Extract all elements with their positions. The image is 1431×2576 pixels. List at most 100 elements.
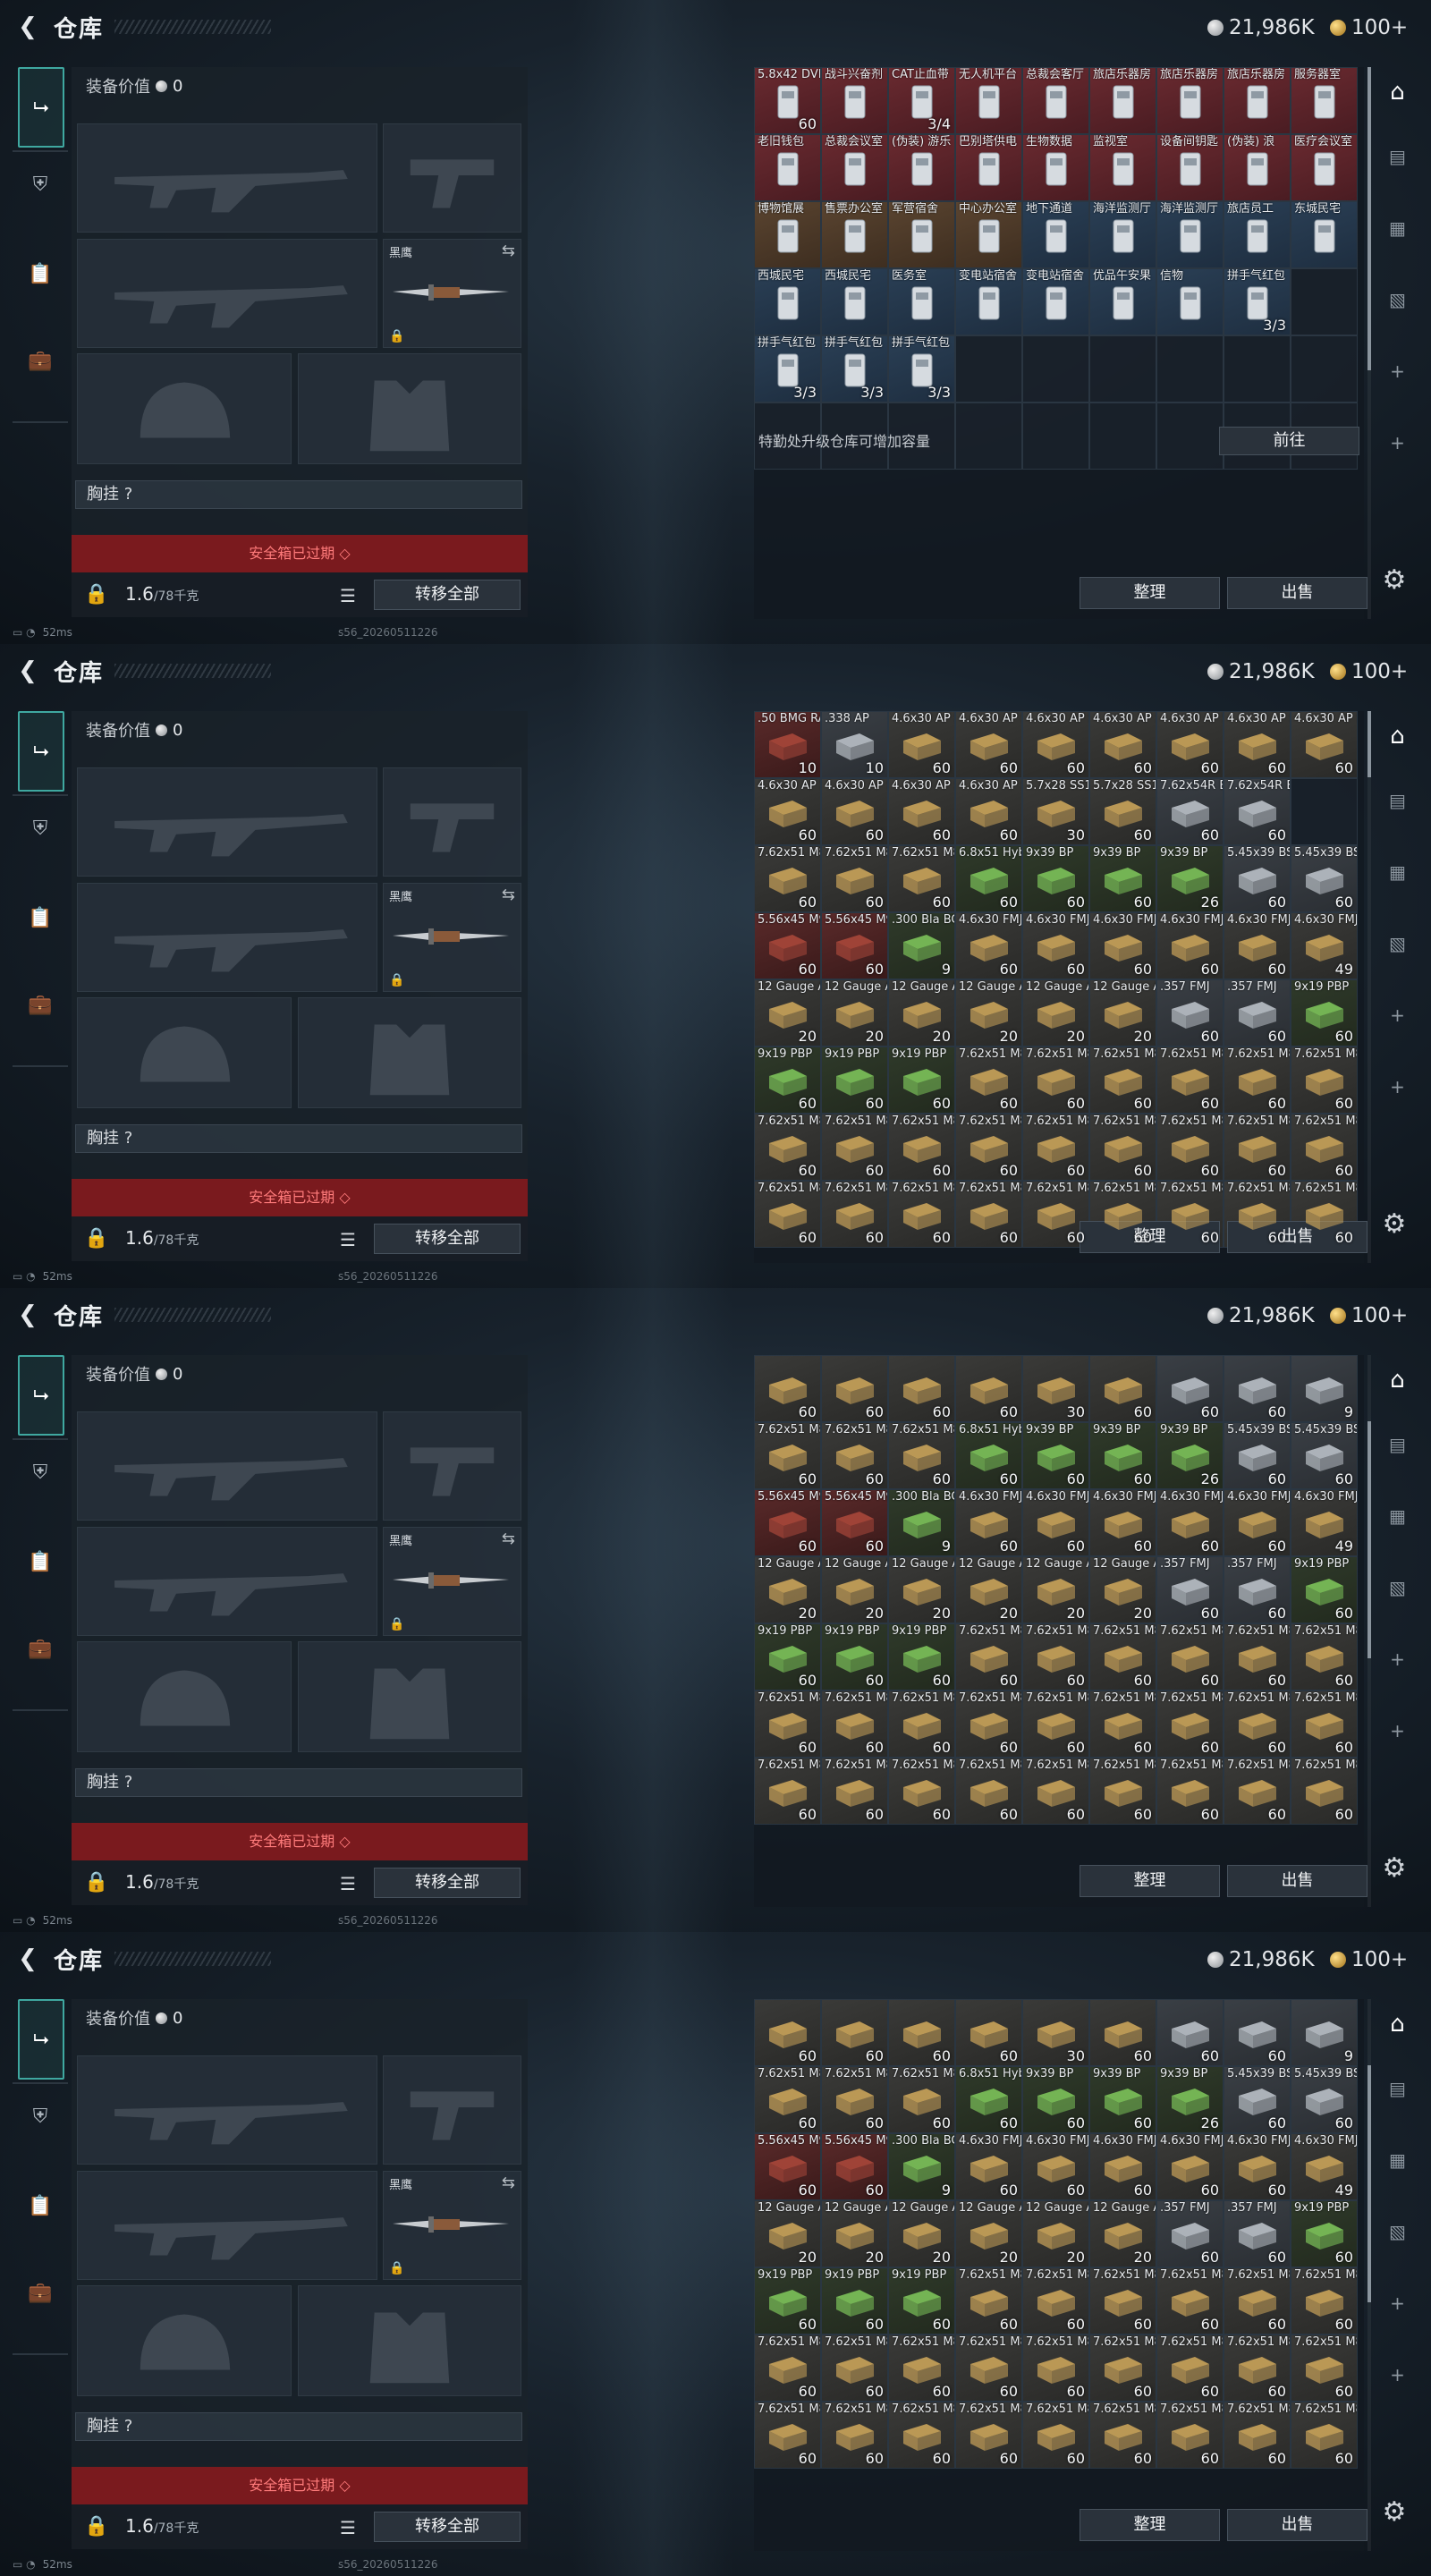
scrollbar[interactable] [1367, 711, 1371, 1263]
inventory-item[interactable]: 7.62x51 M80 60 [1156, 1758, 1224, 1825]
inventory-item[interactable]: 拼手气红包 3/3 [754, 335, 821, 402]
safebox-expired-banner[interactable]: 安全箱已过期 ◇ [72, 535, 528, 572]
inventory-item[interactable]: .357 FMJ 60 [1156, 979, 1224, 1046]
inventory-item[interactable]: 7.62x51 M80 60 [1022, 1623, 1089, 1690]
inventory-item[interactable]: 12 Gauge AP-20 20 [888, 979, 955, 1046]
scrollbar-thumb[interactable] [1367, 1421, 1371, 1659]
inventory-item[interactable]: 服务器室 [1291, 67, 1358, 134]
inventory-item[interactable]: 9x19 PBP 60 [754, 1046, 821, 1114]
inventory-item[interactable]: 9x39 BP 26 [1156, 845, 1224, 912]
inventory-item[interactable]: 60 [1089, 1999, 1156, 2066]
inventory-item[interactable]: 7.62x51 M80 60 [1089, 1690, 1156, 1758]
inventory-item[interactable]: .300 Bla BCP FMJ 9 [888, 1489, 955, 1556]
pistol-slot[interactable] [383, 2055, 521, 2165]
inventory-item[interactable]: 7.62x51 M80 60 [1022, 1758, 1089, 1825]
inventory-item[interactable]: 优品午安果 [1089, 268, 1156, 335]
crate-icon[interactable]: ▦ [1377, 847, 1418, 897]
inventory-item[interactable]: 7.62x51 M80 60 [1224, 1758, 1291, 1825]
scrollbar-thumb[interactable] [1367, 2065, 1371, 2303]
silver-balance[interactable]: 21,986K [1207, 1304, 1315, 1327]
briefcase-icon[interactable]: 💼 [20, 1628, 61, 1669]
inventory-item[interactable]: 7.62x51 M80 60 [1156, 2402, 1224, 2469]
scrollbar[interactable] [1367, 1999, 1371, 2551]
melee-slot[interactable]: 黑鹰 ⇆ 🔒 [383, 883, 521, 992]
inventory-item[interactable]: 7.62x51 M80 60 [1022, 2402, 1089, 2469]
sell-button[interactable]: 出售 [1227, 577, 1367, 609]
inventory-item[interactable]: .357 FMJ 60 [1224, 2200, 1291, 2267]
inventory-item[interactable]: 7.62x51 M80 60 [1224, 2402, 1291, 2469]
inventory-item[interactable]: 售票办公室 [821, 201, 888, 268]
inventory-item[interactable]: 4.6x30 FMJ SX 60 [955, 1489, 1022, 1556]
armor-icon[interactable]: ⛨ [20, 164, 61, 205]
inventory-item[interactable]: 7.62x51 M80 60 [955, 1046, 1022, 1114]
inventory-item[interactable]: 医疗会议室 [1291, 134, 1358, 201]
inventory-item[interactable]: 9x39 BP 60 [1089, 1422, 1156, 1489]
inventory-item[interactable]: 变电站宿舍 [955, 268, 1022, 335]
briefcase-icon[interactable]: 💼 [20, 984, 61, 1025]
inventory-item[interactable]: 5.45x39 BS 60 [1291, 845, 1358, 912]
inventory-item[interactable]: 拼手气红包 3/3 [1224, 268, 1291, 335]
list-icon[interactable]: ☰ [340, 1229, 356, 1250]
inventory-item[interactable]: 旅店员工 [1224, 201, 1291, 268]
back-arrow-icon[interactable]: ❮ [14, 657, 41, 685]
inventory-item[interactable]: 4.6x30 FMJ SX 60 [1224, 912, 1291, 979]
scrollbar[interactable] [1367, 67, 1371, 619]
inventory-item[interactable]: 7.62x51 M80 60 [888, 1422, 955, 1489]
inventory-item[interactable]: 7.62x51 M80 60 [1224, 1690, 1291, 1758]
gold-balance[interactable]: 100+ [1330, 1304, 1408, 1327]
inventory-item[interactable]: 7.62x51 M80 60 [1291, 1114, 1358, 1181]
inventory-item[interactable]: 9x19 PBP 60 [1291, 979, 1358, 1046]
melee-slot[interactable]: 黑鹰 ⇆ 🔒 [383, 2171, 521, 2280]
inventory-item[interactable]: 地下通道 [1022, 201, 1089, 268]
backpack-icon[interactable]: 📋 [20, 253, 61, 294]
gear-icon[interactable]: ⚙ [1377, 564, 1411, 597]
armor-icon[interactable]: ⛨ [20, 1452, 61, 1493]
chest-rig-slot[interactable]: 胸挂 ? [75, 1768, 522, 1797]
backpack-icon[interactable]: 📋 [20, 1541, 61, 1582]
melee-slot[interactable]: 黑鹰 ⇆ 🔒 [383, 1527, 521, 1636]
inventory-item[interactable]: 7.62x51 M80 60 [1224, 1114, 1291, 1181]
inventory-item[interactable]: 7.62x51 M80 60 [1022, 1046, 1089, 1114]
empty-slot[interactable] [1224, 335, 1291, 402]
storage-icon[interactable]: ▧ [1377, 275, 1418, 325]
inventory-item[interactable]: 7.62x51 M80 60 [1156, 1114, 1224, 1181]
storage-icon[interactable]: ▧ [1377, 919, 1418, 969]
inventory-item[interactable]: 4.6x30 FMJ SX 60 [1156, 912, 1224, 979]
secondary-weapon-slot[interactable] [77, 2171, 377, 2280]
inventory-item[interactable]: 12 Gauge AP-20 20 [821, 2200, 888, 2267]
inventory-item[interactable]: .357 FMJ 60 [1224, 1556, 1291, 1623]
empty-slot[interactable] [955, 402, 1022, 470]
inventory-item[interactable]: 7.62x51 M80 60 [955, 1623, 1022, 1690]
armor-slot[interactable] [298, 997, 521, 1108]
inventory-item[interactable]: 7.62x51 M80 60 [955, 1114, 1022, 1181]
sort-button[interactable]: 整理 [1080, 577, 1220, 609]
inventory-item[interactable]: 总裁会客厅 [1022, 67, 1089, 134]
armor-slot[interactable] [298, 353, 521, 464]
inventory-item[interactable]: (伪装) 游乐 [888, 134, 955, 201]
inventory-item[interactable]: 9x39 BP 60 [1089, 2066, 1156, 2133]
inventory-item[interactable]: 4.6x30 AP SX 60 [888, 711, 955, 778]
armor-slot[interactable] [298, 1641, 521, 1752]
inventory-item[interactable]: 4.6x30 AP SX 60 [955, 711, 1022, 778]
helmet-slot[interactable] [77, 1641, 292, 1752]
inventory-item[interactable]: 7.62x51 M80 60 [1291, 1046, 1358, 1114]
inventory-item[interactable]: 7.62x51 M80 60 [955, 1181, 1022, 1248]
inventory-item[interactable]: 12 Gauge AP-20 20 [955, 979, 1022, 1046]
armor-slot[interactable] [298, 2285, 521, 2396]
transfer-all-button[interactable]: 转移全部 [374, 2512, 521, 2542]
inventory-item[interactable]: 7.62x51 M80 60 [1022, 2267, 1089, 2334]
inventory-item[interactable]: 60 [1224, 1999, 1291, 2066]
transfer-all-button[interactable]: 转移全部 [374, 1868, 521, 1898]
storage-icon[interactable]: ▧ [1377, 1563, 1418, 1613]
add-icon[interactable]: + [1377, 2350, 1418, 2400]
empty-slot[interactable] [1291, 778, 1358, 845]
inventory-item[interactable]: 9x19 PBP 60 [888, 2267, 955, 2334]
silver-balance[interactable]: 21,986K [1207, 660, 1315, 683]
inventory-item[interactable]: 7.62x51 M80 60 [821, 845, 888, 912]
inventory-item[interactable]: 6.8x51 Hybrid 60 [955, 845, 1022, 912]
inventory-item[interactable]: 5.45x39 BS 60 [1224, 1422, 1291, 1489]
inventory-item[interactable]: 7.62x51 M80 60 [754, 2402, 821, 2469]
inventory-item[interactable]: 4.6x30 AP SX 60 [1022, 711, 1089, 778]
inventory-item[interactable]: 7.62x51 M80 60 [754, 2334, 821, 2402]
ammo-box-icon[interactable]: ▤ [1377, 1419, 1418, 1470]
